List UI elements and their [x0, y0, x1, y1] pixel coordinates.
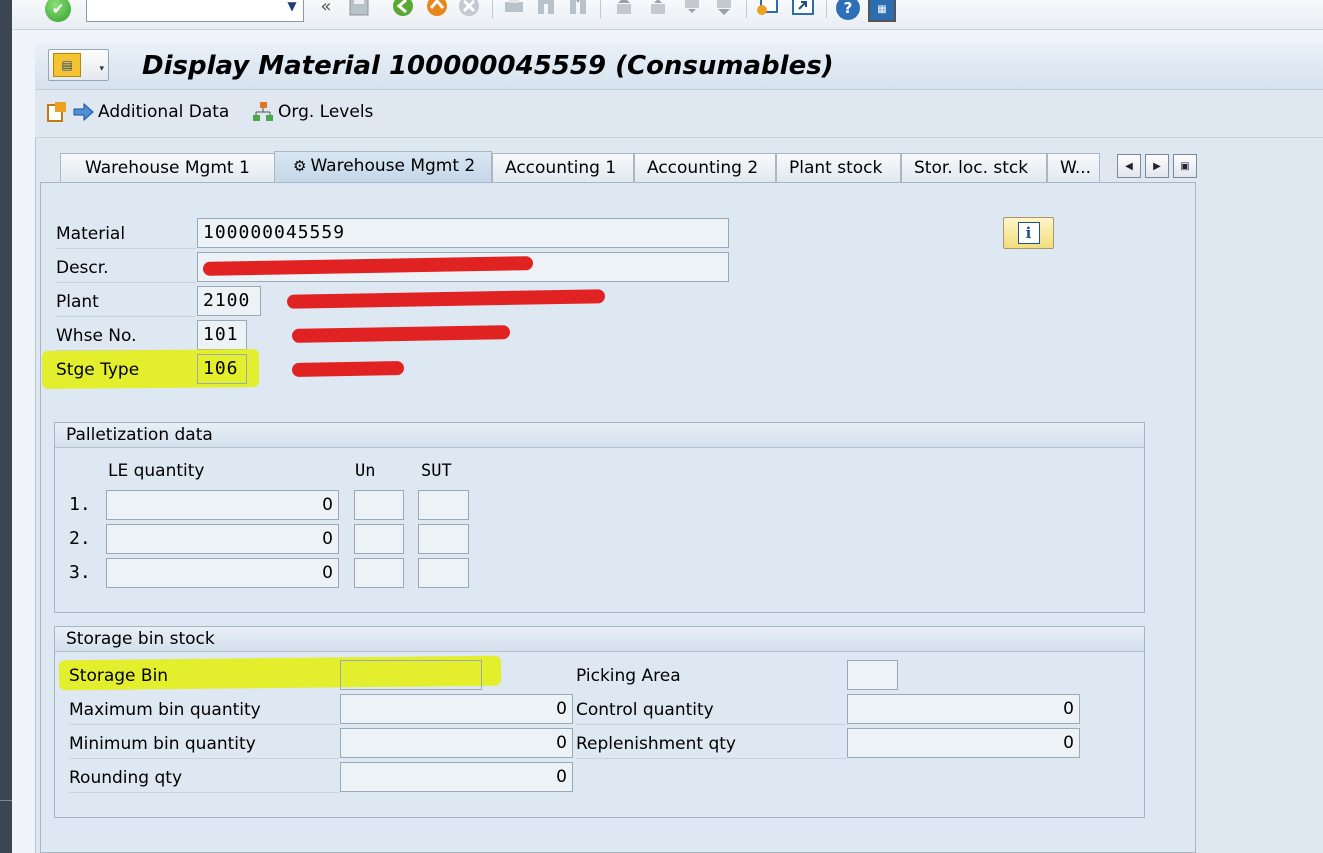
sut-field[interactable]	[418, 524, 469, 554]
un-field[interactable]	[354, 490, 404, 520]
window-edge	[0, 0, 12, 853]
un-column-header: Un	[355, 461, 376, 481]
tab-label: Accounting 2	[647, 158, 759, 178]
cancel-icon[interactable]	[456, 0, 482, 16]
whse-no-label: Whse No.	[56, 326, 137, 346]
storage-bin-stock-title: Storage bin stock	[55, 627, 1144, 652]
whse-no-field[interactable]: 101	[197, 320, 247, 350]
chevron-down-icon: ▾	[99, 64, 104, 74]
new-session-icon[interactable]	[754, 0, 780, 16]
tab-label: Accounting 1	[505, 158, 617, 178]
max-bin-quantity-field[interactable]: 0	[340, 694, 573, 724]
customize-layout-icon[interactable]: ▦	[868, 0, 896, 22]
le-quantity-field[interactable]: 0	[106, 558, 339, 588]
info-icon: i	[1017, 222, 1040, 244]
org-levels-button[interactable]: Org. Levels	[252, 98, 373, 126]
max-bin-quantity-label: Maximum bin quantity	[69, 700, 261, 720]
menu-icon: ▤	[53, 53, 81, 77]
storage-bin-field[interactable]	[340, 660, 482, 690]
command-field[interactable]	[86, 0, 304, 22]
material-label: Material	[56, 224, 126, 244]
info-button[interactable]: i	[1003, 217, 1054, 249]
row-number: 3.	[69, 562, 91, 583]
rounding-qty-label: Rounding qty	[69, 768, 182, 788]
print-icon[interactable]	[502, 0, 526, 16]
additional-data-label: Additional Data	[98, 102, 230, 122]
tab-label: Warehouse Mgmt 1	[85, 158, 250, 178]
last-page-icon[interactable]	[712, 0, 736, 16]
stge-type-field[interactable]: 106	[197, 354, 247, 384]
tab-label: W...	[1060, 158, 1092, 178]
tab-warehouse-mgmt-1[interactable]: Warehouse Mgmt 1	[60, 153, 276, 182]
tab-accounting-2[interactable]: Accounting 2	[634, 153, 776, 182]
tab-label: Warehouse Mgmt 2	[310, 156, 476, 176]
sut-column-header: SUT	[421, 461, 452, 481]
min-bin-quantity-label: Minimum bin quantity	[69, 734, 256, 754]
control-quantity-field[interactable]: 0	[847, 694, 1080, 724]
le-quantity-field[interactable]: 0	[106, 524, 339, 554]
control-quantity-label: Control quantity	[576, 700, 714, 720]
palletization-title: Palletization data	[55, 423, 1144, 448]
command-dropdown-icon[interactable]: ▼	[283, 0, 301, 14]
plant-field[interactable]: 2100	[197, 286, 261, 316]
replenishment-qty-field[interactable]: 0	[847, 728, 1080, 758]
row-number: 2.	[69, 528, 91, 549]
descr-label: Descr.	[56, 258, 109, 278]
next-page-icon[interactable]	[680, 0, 704, 16]
storage-bin-label: Storage Bin	[69, 666, 169, 686]
tab-scroll-right-icon[interactable]: ▶	[1145, 154, 1169, 178]
org-structure-icon	[252, 101, 274, 123]
shortcut-icon[interactable]	[790, 0, 816, 16]
find-icon[interactable]	[534, 0, 558, 16]
sut-field[interactable]	[418, 490, 469, 520]
le-quantity-column-header: LE quantity	[108, 461, 205, 481]
find-next-icon[interactable]	[566, 0, 590, 16]
min-bin-quantity-field[interactable]: 0	[340, 728, 573, 758]
additional-data-button[interactable]: Additional Data	[46, 98, 229, 126]
org-levels-label: Org. Levels	[278, 102, 374, 122]
tab-label: Stor. loc. stck	[914, 158, 1029, 178]
replenishment-qty-label: Replenishment qty	[576, 734, 736, 754]
un-field[interactable]	[354, 524, 404, 554]
tab-stor-loc-stck[interactable]: Stor. loc. stck	[901, 153, 1047, 182]
screen-menu-button[interactable]: ▤ ▾	[48, 49, 109, 81]
redaction-mark	[291, 361, 405, 377]
save-icon[interactable]	[346, 0, 372, 16]
tab-accounting-1[interactable]: Accounting 1	[492, 153, 634, 182]
previous-page-icon[interactable]	[646, 0, 670, 16]
rounding-qty-field[interactable]: 0	[340, 762, 573, 792]
un-field[interactable]	[354, 558, 404, 588]
plant-label: Plant	[56, 292, 99, 312]
stge-type-label: Stge Type	[56, 360, 140, 380]
tab-plant-stock[interactable]: Plant stock	[776, 153, 901, 182]
material-field[interactable]: 100000045559	[197, 218, 729, 248]
exit-icon[interactable]	[424, 0, 450, 16]
tab-scroll-left-icon[interactable]: ◀	[1117, 154, 1141, 178]
additional-data-icon	[46, 101, 68, 123]
first-page-icon[interactable]	[612, 0, 636, 16]
tab-warehouse-mgmt-2[interactable]: ⚙ Warehouse Mgmt 2	[274, 151, 492, 183]
tab-label: Plant stock	[789, 158, 883, 178]
back-icon[interactable]	[390, 0, 416, 16]
sut-field[interactable]	[418, 558, 469, 588]
collapse-icon[interactable]: «	[317, 0, 335, 17]
tab-more[interactable]: W...	[1047, 153, 1100, 182]
le-quantity-field[interactable]: 0	[106, 490, 339, 520]
row-number: 1.	[69, 494, 91, 515]
picking-area-label: Picking Area	[576, 666, 681, 686]
picking-area-field[interactable]	[847, 660, 898, 690]
tab-list-icon[interactable]: ▣	[1173, 154, 1197, 178]
tab-layout-icon: ⚙	[293, 157, 307, 175]
page-title: Display Material 100000045559 (Consumabl…	[142, 51, 834, 81]
arrow-right-icon	[72, 101, 94, 123]
